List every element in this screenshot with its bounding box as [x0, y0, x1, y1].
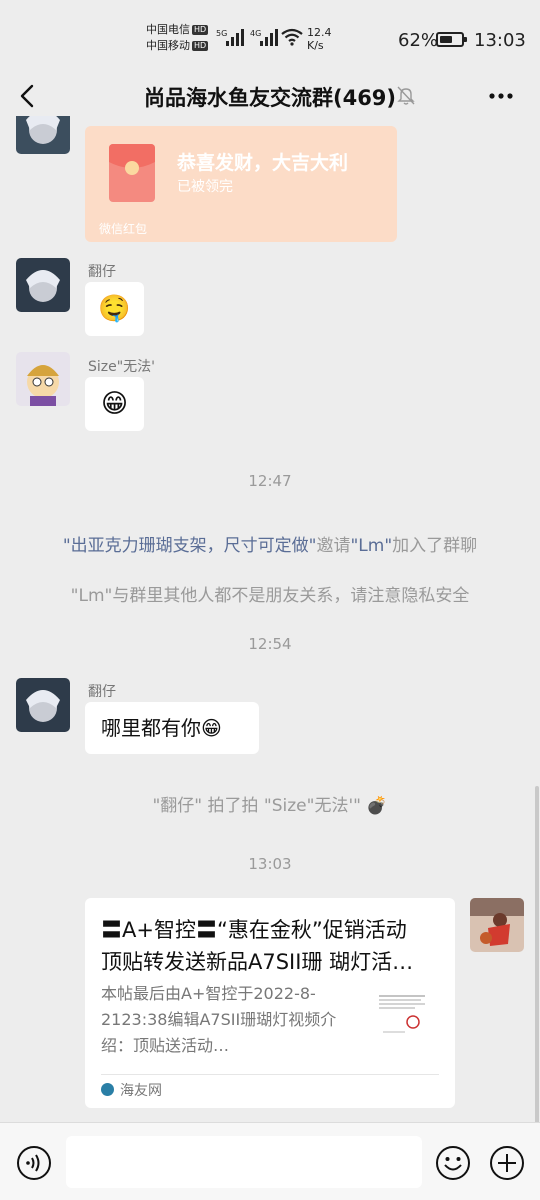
message-list[interactable]: 恭喜发财，大吉大利 已被领完 微信红包 翻仔 🤤 Size"无法' 😁 12:4…: [0, 116, 540, 1122]
network-speed: 12.4 K/s: [307, 26, 332, 52]
more-icon[interactable]: [488, 92, 514, 100]
carrier-info: 中国电信 HD 中国移动 HD: [146, 22, 209, 54]
svg-text:5G: 5G: [216, 29, 227, 38]
wifi-icon: [281, 28, 303, 46]
status-bar: 中国电信 HD 中国移动 HD 5G 4G 12.4 K/s 62% 13:03: [0, 0, 540, 76]
avatar[interactable]: [16, 116, 70, 154]
battery-icon: [436, 32, 467, 47]
mute-bell-icon: [397, 86, 415, 105]
red-packet-footer: 微信红包: [99, 222, 148, 236]
signal-icon: 5G: [216, 29, 244, 46]
input-bar: [0, 1122, 540, 1200]
carrier-1: 中国电信: [146, 23, 190, 36]
red-packet-status: 已被领完: [177, 179, 233, 195]
message-bubble[interactable]: 😁: [85, 377, 144, 431]
divider: [101, 1074, 439, 1075]
system-message: "翻仔" 拍了拍 "Size"无法'" 💣: [152, 796, 388, 816]
system-message: "出亚克力珊瑚支架，尺寸可定做"邀请"Lm"加入了群聊: [62, 536, 478, 556]
timestamp: 13:03: [248, 855, 292, 873]
timestamp: 12:54: [248, 635, 292, 653]
link-card-message[interactable]: 〓A+智控〓“惠在金秋”促销活动 顶贴转发送新品A7SII珊 瑚灯活… 本帖最后…: [85, 898, 455, 1108]
hd-badge: HD: [192, 41, 209, 51]
voice-icon[interactable]: [16, 1145, 52, 1181]
sender-name: Size"无法': [88, 359, 156, 375]
avatar[interactable]: [16, 352, 70, 406]
card-source: 海友网: [101, 1080, 162, 1100]
chat-header: 尚品海水鱼友交流群(469): [0, 76, 540, 116]
red-packet-title: 恭喜发财，大吉大利: [177, 152, 349, 174]
source-logo-icon: [101, 1083, 114, 1096]
group-title: 尚品海水鱼友交流群(469): [143, 86, 397, 110]
red-envelope-icon: [109, 144, 155, 202]
system-message: "Lm"与群里其他人都不是朋友关系，请注意隐私安全: [70, 586, 470, 606]
carrier-2: 中国移动: [146, 39, 190, 52]
emoji-icon[interactable]: [435, 1145, 471, 1181]
message-input[interactable]: [66, 1136, 422, 1188]
battery-percent: 62%: [398, 30, 439, 51]
message-bubble[interactable]: 🤤: [85, 282, 144, 336]
sender-name: 翻仔: [88, 264, 116, 280]
card-description: 本帖最后由A+智控于2022-8-2123:38编辑A7SII珊瑚灯视频介绍：顶…: [101, 984, 337, 1055]
svg-text:4G: 4G: [250, 29, 261, 38]
hd-badge: HD: [192, 25, 209, 35]
card-title: 〓A+智控〓“惠在金秋”促销活动 顶贴转发送新品A7SII珊 瑚灯活…: [101, 918, 414, 974]
avatar[interactable]: [16, 678, 70, 732]
sender-name: 翻仔: [88, 684, 116, 700]
timestamp: 12:47: [248, 472, 292, 490]
message-bubble[interactable]: 哪里都有你😁: [85, 702, 259, 754]
scrollbar[interactable]: [535, 786, 539, 1122]
avatar[interactable]: [16, 258, 70, 312]
inviter-name[interactable]: "出亚克力珊瑚支架，尺寸可定做": [63, 536, 317, 556]
invitee-name[interactable]: "Lm": [350, 536, 392, 556]
red-packet-message[interactable]: 恭喜发财，大吉大利 已被领完 微信红包: [85, 126, 397, 242]
signal-icon: 4G: [250, 29, 278, 46]
avatar[interactable]: [470, 898, 524, 952]
plus-icon[interactable]: [489, 1145, 525, 1181]
card-thumbnail: [375, 988, 429, 1042]
clock: 13:03: [474, 30, 526, 51]
